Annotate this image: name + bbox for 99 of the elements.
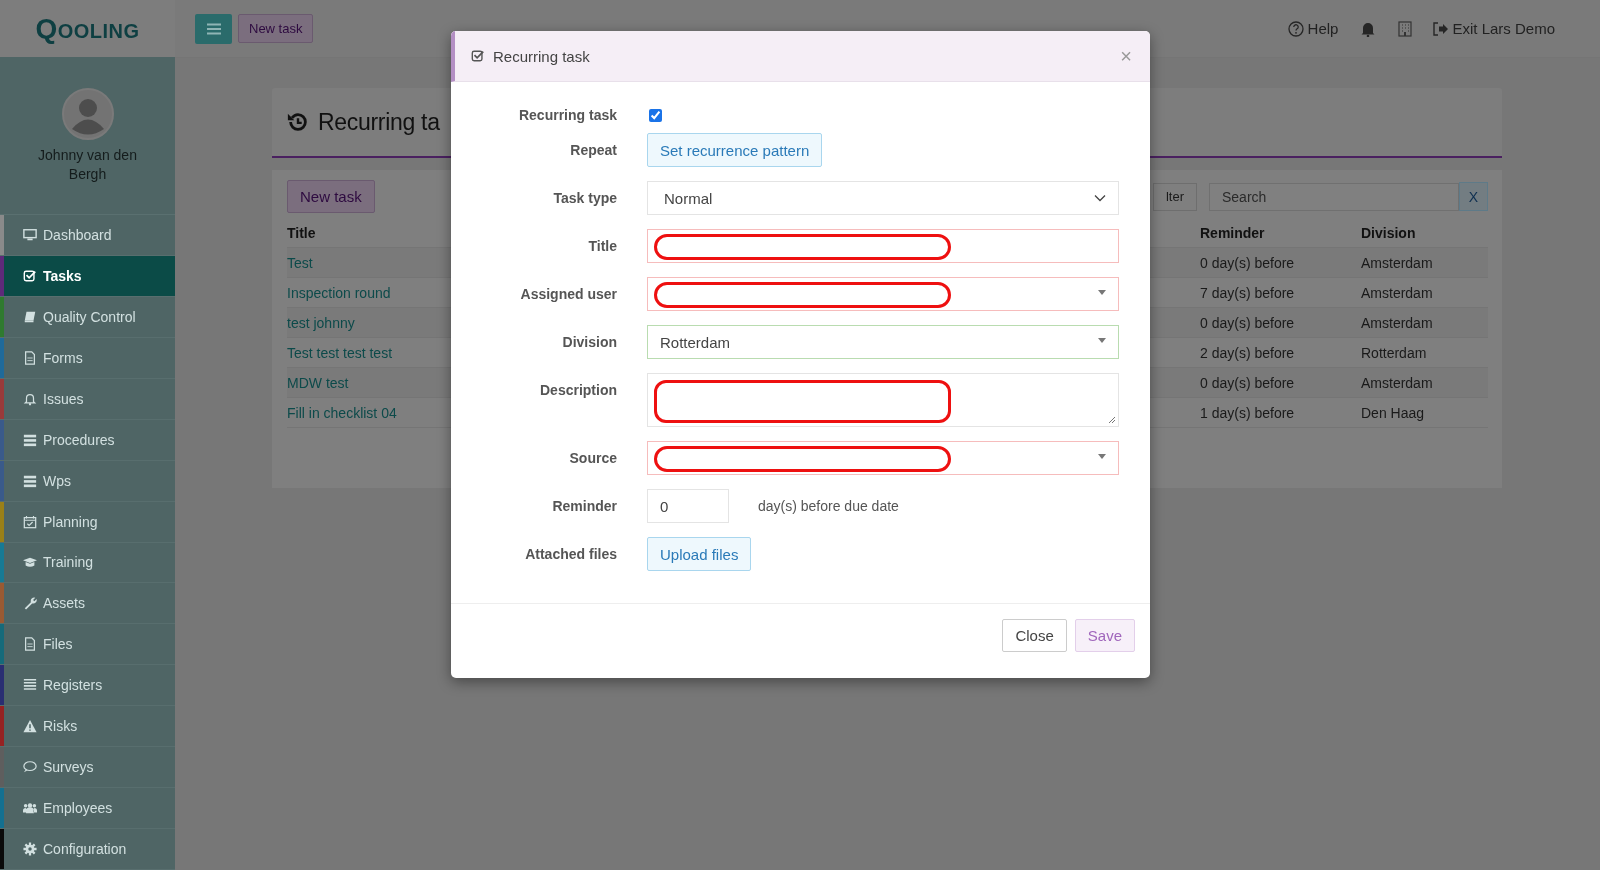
action-button[interactable]: Upload files (647, 537, 752, 571)
table-cell-text: Amsterdam (1361, 254, 1434, 271)
settings-icon (23, 842, 37, 857)
bell-icon[interactable] (1360, 20, 1377, 37)
monitor-icon (23, 227, 37, 242)
table-cell-text: 2 day(s) before (1200, 344, 1296, 361)
field-label: Division (561, 333, 617, 350)
field-label: Title (587, 237, 617, 254)
select-field[interactable]: Rotterdam (647, 325, 1119, 359)
sidebar-item[interactable]: Issues (0, 378, 175, 420)
list-icon (23, 473, 37, 488)
field-label: Source (568, 449, 617, 466)
table-cell-text: Amsterdam (1361, 374, 1434, 391)
table-cell-text: Amsterdam (1361, 314, 1434, 331)
logo: QOOLING (35, 12, 140, 45)
checkbox-icon (23, 268, 37, 283)
table-cell-text: 1 day(s) before (1200, 404, 1296, 421)
filter-button[interactable]: lter (1152, 182, 1197, 211)
checkbox-icon (471, 49, 485, 63)
sidebar-item[interactable]: Registers (0, 665, 175, 707)
bell-icon (23, 391, 37, 406)
warning-icon (23, 719, 37, 734)
table-cell-text: 0 day(s) before (1200, 314, 1296, 331)
task-link[interactable]: test johnny (287, 314, 355, 331)
chevron-icon (1094, 194, 1106, 202)
field-label: Task type (552, 189, 617, 206)
wrench-icon (23, 596, 37, 611)
select-field[interactable] (647, 277, 1119, 311)
building-icon[interactable] (1398, 20, 1413, 37)
close-button[interactable]: × (1120, 44, 1132, 68)
task-link[interactable]: Test test test test (287, 344, 393, 361)
table-cell-text: Rotterdam (1361, 344, 1428, 361)
history-icon (286, 110, 310, 134)
sidebar-item[interactable]: Procedures (0, 419, 175, 461)
sidebar-item[interactable]: Employees (0, 788, 175, 830)
book-icon (23, 309, 37, 324)
document-icon (23, 350, 37, 365)
field-label: Assigned user (519, 285, 617, 302)
sidebar-item[interactable]: Quality Control (0, 296, 175, 338)
select-field[interactable]: Normal (647, 181, 1119, 215)
avatar-icon (61, 88, 114, 140)
calendar-icon (23, 514, 37, 529)
field-label: Repeat (569, 141, 617, 158)
new-task-button[interactable]: New task (238, 14, 314, 43)
checkbox[interactable] (649, 109, 662, 122)
column-header: Reminder (1200, 224, 1266, 241)
caret-icon (1098, 338, 1106, 343)
people-icon (23, 801, 37, 816)
input-field[interactable] (647, 229, 1119, 263)
new-task-button[interactable]: New task (287, 180, 375, 213)
speech-bubble-icon (23, 760, 37, 775)
sidebar-item[interactable]: Files (0, 624, 175, 666)
column-header: Division (1361, 224, 1417, 241)
exit-link[interactable]: Exit Lars Demo (1432, 20, 1555, 37)
table-cell-text: Amsterdam (1361, 284, 1434, 301)
task-link[interactable]: Fill in checklist 04 (287, 404, 397, 421)
document-icon (23, 637, 37, 652)
resize-grip-icon (1108, 416, 1116, 424)
dialog-title: Recurring task (493, 47, 590, 65)
sidebar-item[interactable]: Forms (0, 337, 175, 379)
menu-button[interactable] (195, 13, 232, 44)
text-area[interactable] (647, 373, 1119, 427)
user-name: Johnny van den Bergh (37, 146, 138, 184)
graduation-cap-icon (23, 555, 37, 570)
sidebar-item[interactable]: Wps (0, 460, 175, 502)
sidebar-item[interactable]: Dashboard (0, 215, 175, 256)
close-button[interactable]: Close (1002, 618, 1067, 652)
page-title: Recurring ta (318, 108, 440, 136)
sidebar-item[interactable]: Configuration (0, 829, 175, 870)
table-cell-text: 0 day(s) before (1200, 374, 1296, 391)
sign-out-icon (1432, 21, 1449, 36)
task-link[interactable]: Inspection round (287, 284, 391, 301)
field-label: Attached files (524, 545, 617, 562)
field-label: Reminder (551, 497, 617, 514)
caret-icon (1098, 290, 1106, 295)
table-cell-text: 7 day(s) before (1200, 284, 1296, 301)
menu-icon (206, 22, 221, 35)
column-header: Title (287, 224, 317, 241)
action-button[interactable]: Set recurrence pattern (647, 133, 823, 167)
task-link[interactable]: MDW test (287, 374, 349, 391)
search-field[interactable]: Search (1209, 182, 1459, 211)
sidebar-item[interactable]: Planning (0, 501, 175, 543)
select-field[interactable] (647, 441, 1119, 475)
clear-search-button[interactable]: X (1459, 182, 1488, 211)
number-field[interactable]: 0 (647, 489, 729, 523)
lines-icon (23, 678, 37, 693)
sidebar-item[interactable]: Risks (0, 706, 175, 748)
table-cell-text: Den Haag (1361, 404, 1426, 421)
caret-icon (1098, 454, 1106, 459)
table-cell-text: 0 day(s) before (1200, 254, 1296, 271)
field-hint: day(s) before due date (758, 498, 899, 514)
help-link[interactable]: Help (1287, 20, 1339, 37)
help-icon (1287, 20, 1304, 37)
list-icon (23, 432, 37, 447)
sidebar-item[interactable]: Tasks (0, 255, 175, 297)
field-label: Description (539, 381, 617, 398)
save-button[interactable]: Save (1074, 618, 1135, 652)
task-link[interactable]: Test (287, 254, 313, 271)
field-label: Recurring task (517, 106, 617, 123)
